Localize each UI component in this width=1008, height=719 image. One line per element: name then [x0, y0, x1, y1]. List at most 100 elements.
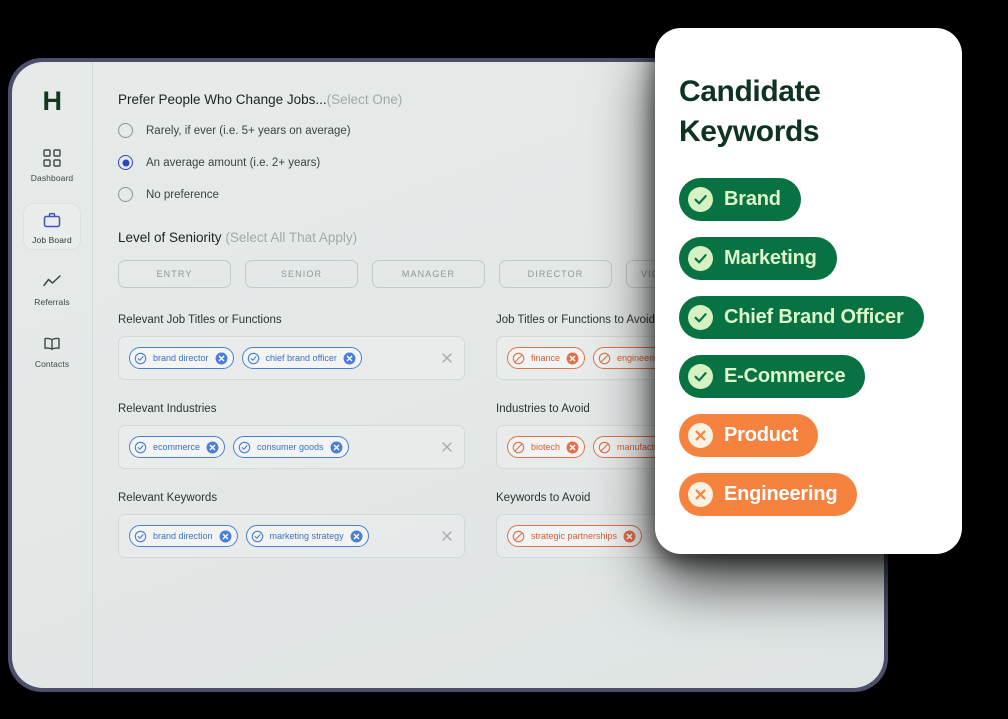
- check-circle-icon: [688, 304, 713, 330]
- check-circle-icon: [134, 441, 147, 454]
- no-entry-icon: [598, 352, 611, 365]
- keyword-pill-e-commerce[interactable]: E-Commerce: [679, 354, 866, 398]
- keyword-pill-chief-brand-officer[interactable]: Chief Brand Officer: [679, 295, 924, 339]
- remove-chip-icon[interactable]: [566, 352, 579, 365]
- keyword-pill-marketing[interactable]: Marketing: [679, 236, 837, 280]
- keyword-pill-brand[interactable]: Brand: [679, 177, 801, 221]
- chip-brand-director[interactable]: brand director: [129, 347, 234, 369]
- check-circle-icon: [134, 352, 147, 365]
- radio-option-label: Rarely, if ever (i.e. 5+ years on averag…: [146, 124, 351, 137]
- x-circle-icon: [688, 422, 713, 448]
- clear-all-icon[interactable]: [440, 351, 454, 365]
- seniority-title-hint: (Select All That Apply): [225, 230, 358, 245]
- keyword-pill-product[interactable]: Product: [679, 413, 819, 457]
- remove-chip-icon[interactable]: [566, 441, 579, 454]
- trend-line-icon: [42, 272, 62, 292]
- keyword-pill-label: Product: [724, 423, 799, 446]
- seniority-option-manager[interactable]: MANAGER: [372, 260, 485, 288]
- no-entry-icon: [512, 441, 525, 454]
- candidate-keywords-card: Candidate Keywords Brand Marketing Chief…: [655, 28, 962, 554]
- chip-input-box[interactable]: brand director chief brand officer: [118, 336, 465, 380]
- chip-input-box[interactable]: ecommerce consumer goods: [118, 425, 465, 469]
- grid-icon: [42, 148, 62, 168]
- app-sidebar: H Dashboard Job Board Referrals Contacts: [12, 62, 93, 688]
- check-circle-icon: [251, 530, 264, 543]
- chip-input-box[interactable]: brand direction marketing strategy: [118, 514, 465, 558]
- keyword-pill-label: E-Commerce: [724, 364, 846, 387]
- seniority-option-entry[interactable]: ENTRY: [118, 260, 231, 288]
- keyword-pill-list: Brand Marketing Chief Brand Officer E-Co…: [679, 177, 938, 532]
- check-circle-icon: [134, 530, 147, 543]
- sidebar-item-label: Referrals: [34, 297, 70, 307]
- sidebar-item-label: Job Board: [32, 235, 72, 245]
- change-jobs-question-hint: (Select One): [326, 92, 403, 107]
- chip-label: brand direction: [153, 531, 213, 541]
- keyword-pill-label: Brand: [724, 187, 781, 210]
- remove-chip-icon[interactable]: [623, 530, 636, 543]
- briefcase-icon: [42, 210, 62, 230]
- chip-label: marketing strategy: [269, 531, 344, 541]
- seniority-option-senior[interactable]: SENIOR: [245, 260, 358, 288]
- chip-consumer-goods[interactable]: consumer goods: [233, 436, 349, 458]
- sidebar-item-label: Contacts: [34, 359, 70, 369]
- sidebar-item-dashboard[interactable]: Dashboard: [23, 141, 81, 188]
- remove-chip-icon[interactable]: [219, 530, 232, 543]
- check-circle-icon: [238, 441, 251, 454]
- chip-strategic-partnerships[interactable]: strategic partnerships: [507, 525, 643, 547]
- screenshot-stage: H Dashboard Job Board Referrals Contacts…: [0, 0, 1008, 719]
- chip-block-relevant-keywords: Relevant Keywords brand direction market…: [118, 492, 465, 558]
- keyword-pill-label: Engineering: [724, 482, 838, 505]
- remove-chip-icon[interactable]: [343, 352, 356, 365]
- chip-label: ecommerce: [153, 442, 201, 452]
- chip-label: consumer goods: [257, 442, 324, 452]
- check-circle-icon: [688, 186, 713, 212]
- chip-block-relevant-job-titles: Relevant Job Titles or Functions brand d…: [118, 314, 465, 380]
- chip-chief-brand-officer[interactable]: chief brand officer: [241, 347, 362, 369]
- sidebar-item-job-board[interactable]: Job Board: [23, 203, 81, 250]
- no-entry-icon: [598, 441, 611, 454]
- change-jobs-question-text: Prefer People Who Change Jobs...: [118, 92, 327, 107]
- radio-option-label: An average amount (i.e. 2+ years): [146, 156, 321, 169]
- sidebar-item-contacts[interactable]: Contacts: [23, 327, 81, 374]
- chip-label: strategic partnerships: [531, 531, 618, 541]
- chip-marketing-strategy[interactable]: marketing strategy: [245, 525, 369, 547]
- chip-biotech[interactable]: biotech: [507, 436, 586, 458]
- check-circle-icon: [688, 363, 713, 389]
- radio-indicator[interactable]: [118, 187, 133, 202]
- card-title: Candidate Keywords: [679, 75, 821, 148]
- no-entry-icon: [512, 530, 525, 543]
- book-icon: [42, 334, 62, 354]
- chip-block-label: Relevant Job Titles or Functions: [118, 314, 282, 326]
- chip-block-relevant-industries: Relevant Industries ecommerce consumer g…: [118, 403, 465, 469]
- radio-indicator-selected[interactable]: [118, 155, 133, 170]
- keyword-pill-label: Marketing: [724, 246, 817, 269]
- chip-label: biotech: [531, 442, 561, 452]
- remove-chip-icon[interactable]: [206, 441, 219, 454]
- sidebar-item-referrals[interactable]: Referrals: [23, 265, 81, 312]
- chip-label: chief brand officer: [265, 353, 337, 363]
- seniority-title-text: Level of Seniority: [118, 230, 222, 245]
- chip-label: brand director: [153, 353, 209, 363]
- radio-indicator[interactable]: [118, 123, 133, 138]
- keyword-pill-label: Chief Brand Officer: [724, 305, 904, 328]
- check-circle-icon: [688, 245, 713, 271]
- keyword-pill-engineering[interactable]: Engineering: [679, 472, 858, 516]
- x-circle-icon: [688, 481, 713, 507]
- chip-brand-direction[interactable]: brand direction: [129, 525, 238, 547]
- clear-all-icon[interactable]: [440, 440, 454, 454]
- seniority-option-director[interactable]: DIRECTOR: [499, 260, 612, 288]
- check-circle-icon: [247, 352, 260, 365]
- remove-chip-icon[interactable]: [350, 530, 363, 543]
- sidebar-item-label: Dashboard: [30, 173, 74, 183]
- chip-block-label: Relevant Keywords: [118, 492, 218, 504]
- remove-chip-icon[interactable]: [330, 441, 343, 454]
- radio-option-label: No preference: [146, 188, 219, 201]
- clear-all-icon[interactable]: [440, 529, 454, 543]
- chip-block-label: Relevant Industries: [118, 403, 217, 415]
- chip-label: finance: [531, 353, 561, 363]
- no-entry-icon: [512, 352, 525, 365]
- chip-finance[interactable]: finance: [507, 347, 586, 369]
- chip-ecommerce[interactable]: ecommerce: [129, 436, 226, 458]
- remove-chip-icon[interactable]: [215, 352, 228, 365]
- app-logo: H: [42, 86, 63, 116]
